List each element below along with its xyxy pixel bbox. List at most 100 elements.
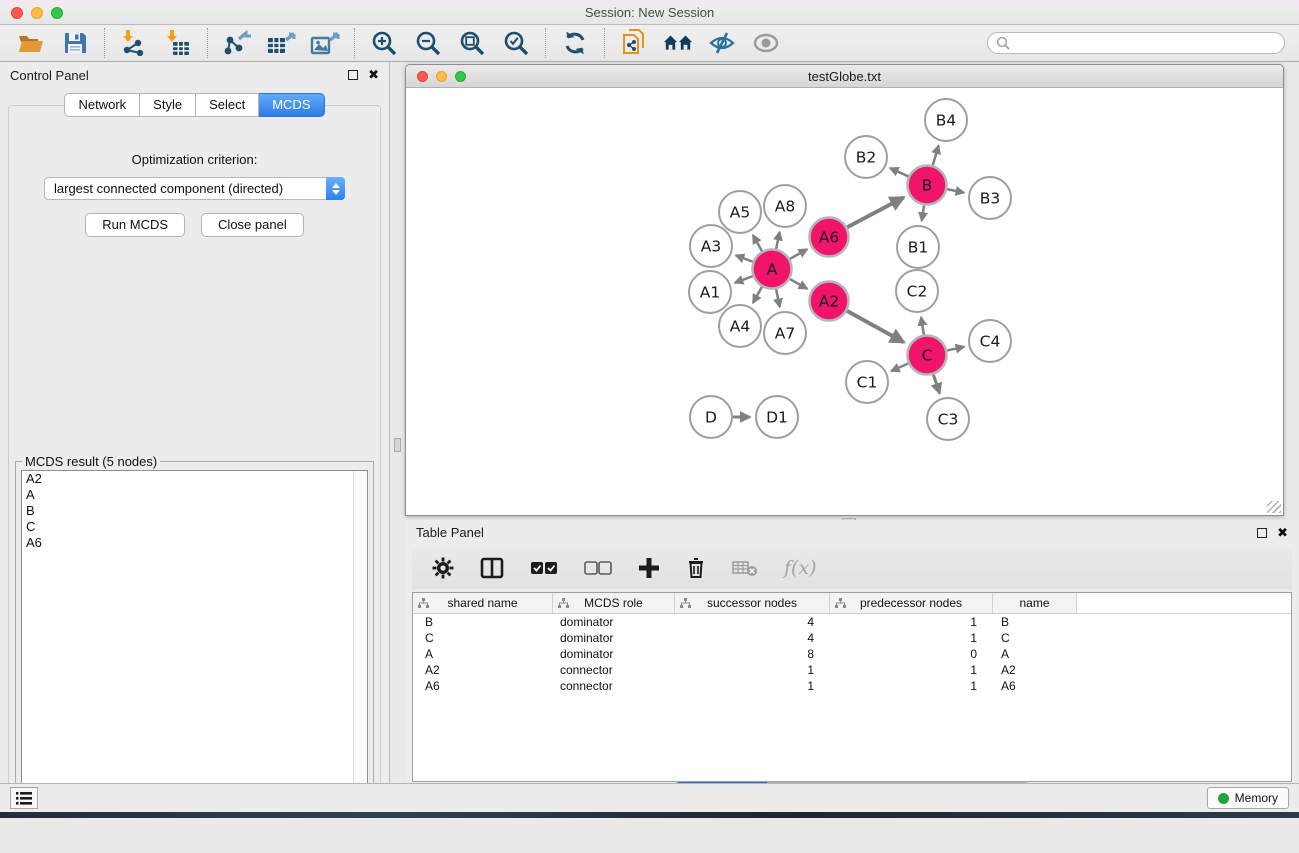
export-image-icon[interactable] (310, 29, 340, 57)
graph-node-A[interactable]: A (753, 250, 792, 289)
graph-edge-A-A5[interactable] (753, 235, 762, 251)
memory-button[interactable]: Memory (1207, 787, 1289, 809)
search-input[interactable] (1010, 36, 1276, 50)
mcds-result-item[interactable]: A6 (22, 535, 367, 551)
graph-edge-A-A6[interactable] (790, 249, 807, 259)
graph-node-C2[interactable]: C2 (896, 270, 938, 312)
graph-edge-B-B1[interactable] (922, 205, 924, 220)
open-folder-icon[interactable] (16, 29, 46, 57)
column-header-name[interactable]: name (993, 593, 1077, 613)
export-network-icon[interactable] (222, 29, 252, 57)
graph-node-D[interactable]: D (690, 396, 732, 438)
mcds-result-item[interactable]: A2 (22, 471, 367, 487)
graph-node-A7[interactable]: A7 (764, 312, 806, 354)
copy-network-icon[interactable] (619, 29, 649, 57)
tab-style[interactable]: Style (140, 93, 196, 117)
gear-icon[interactable] (432, 557, 454, 579)
close-panel-icon[interactable]: ✖ (368, 70, 379, 80)
graph-edge-B-B3[interactable] (947, 189, 964, 193)
float-panel-icon[interactable] (348, 70, 358, 80)
graph-node-B1[interactable]: B1 (897, 226, 939, 268)
import-table-icon[interactable] (163, 29, 193, 57)
graph-edge-A2-C[interactable] (847, 311, 904, 342)
tab-select[interactable]: Select (196, 93, 259, 117)
graph-node-B4[interactable]: B4 (925, 99, 967, 141)
delete-table-icon[interactable] (732, 559, 758, 577)
graph-edge-B-B2[interactable] (890, 168, 908, 176)
import-network-icon[interactable] (119, 29, 149, 57)
resize-grip-icon[interactable] (1267, 501, 1281, 513)
select-all-icon[interactable] (530, 561, 558, 575)
graph-edge-C-C3[interactable] (933, 374, 939, 393)
table-row[interactable]: Adominator80A (413, 646, 1291, 662)
graph-edge-A-A1[interactable] (735, 276, 753, 283)
zoom-window-icon[interactable] (51, 7, 63, 19)
table-row[interactable]: A2connector11A2 (413, 662, 1291, 678)
table-row[interactable]: Cdominator41C (413, 630, 1291, 646)
column-header-successor-nodes[interactable]: successor nodes (675, 593, 830, 613)
graph-edge-A6-B[interactable] (847, 197, 903, 227)
table-row[interactable]: A6connector11A6 (413, 678, 1291, 694)
deselect-all-icon[interactable] (584, 561, 612, 575)
graph-node-B[interactable]: B (908, 166, 947, 205)
graph-edge-A-A4[interactable] (753, 287, 762, 303)
graph-edge-A-A7[interactable] (776, 289, 780, 307)
tab-network[interactable]: Network (64, 93, 140, 117)
graph-node-A8[interactable]: A8 (764, 185, 806, 227)
network-window-titlebar[interactable]: testGlobe.txt (406, 65, 1283, 88)
graph-node-A4[interactable]: A4 (719, 305, 761, 347)
graph-node-C1[interactable]: C1 (846, 361, 888, 403)
mcds-result-item[interactable]: B (22, 503, 367, 519)
graph-node-C3[interactable]: C3 (927, 398, 969, 440)
hide-eye-icon[interactable] (707, 29, 737, 57)
graph-node-C[interactable]: C (908, 336, 947, 375)
graph-edge-C-C4[interactable] (947, 347, 964, 351)
minimize-view-icon[interactable] (436, 71, 447, 82)
close-view-icon[interactable] (417, 71, 428, 82)
zoom-selected-icon[interactable] (501, 29, 531, 57)
save-icon[interactable] (60, 29, 90, 57)
mcds-result-item[interactable]: C (22, 519, 367, 535)
refresh-icon[interactable] (560, 29, 590, 57)
function-icon[interactable]: f(x) (784, 557, 817, 579)
graph-edge-A-A8[interactable] (776, 232, 780, 249)
graph-node-A1[interactable]: A1 (689, 271, 731, 313)
add-column-icon[interactable] (638, 557, 660, 579)
close-panel-button[interactable]: Close panel (201, 213, 304, 237)
graph-edge-A-A3[interactable] (736, 255, 753, 261)
close-table-panel-icon[interactable]: ✖ (1277, 528, 1288, 538)
home-icon[interactable] (663, 29, 693, 57)
tab-mcds[interactable]: MCDS (259, 93, 324, 117)
eye-icon[interactable] (751, 29, 781, 57)
graph-edge-C-C1[interactable] (891, 363, 908, 371)
graph-node-A5[interactable]: A5 (719, 191, 761, 233)
graph-node-A2[interactable]: A2 (810, 282, 849, 321)
delete-icon[interactable] (686, 557, 706, 579)
graph-edge-A-A2[interactable] (790, 279, 807, 289)
mcds-result-list[interactable]: A2ABCA6 (21, 470, 368, 797)
column-header-predecessor-nodes[interactable]: predecessor nodes (830, 593, 993, 613)
search-field[interactable] (987, 32, 1285, 54)
run-mcds-button[interactable]: Run MCDS (85, 213, 185, 237)
zoom-view-icon[interactable] (455, 71, 466, 82)
graph-node-A3[interactable]: A3 (690, 225, 732, 267)
network-canvas[interactable]: B4B2BB3A5A8A6B1A3AA1C2A2A4A7C4CC1C3DD1 (406, 88, 1283, 515)
split-handle-vertical[interactable] (394, 438, 401, 452)
zoom-out-icon[interactable] (413, 29, 443, 57)
mcds-result-item[interactable]: A (22, 487, 367, 503)
zoom-fit-icon[interactable] (457, 29, 487, 57)
table-row[interactable]: Bdominator41B (413, 614, 1291, 630)
graph-node-B2[interactable]: B2 (845, 136, 887, 178)
graph-edge-B-B4[interactable] (933, 145, 939, 165)
split-table-icon[interactable] (480, 557, 504, 579)
float-table-panel-icon[interactable] (1257, 528, 1267, 538)
column-header-shared-name[interactable]: shared name (413, 593, 553, 613)
criterion-select[interactable]: largest connected component (directed) (44, 177, 345, 200)
zoom-in-icon[interactable] (369, 29, 399, 57)
export-table-icon[interactable] (266, 29, 296, 57)
graph-node-D1[interactable]: D1 (756, 396, 798, 438)
task-list-icon[interactable] (10, 787, 38, 809)
graph-node-A6[interactable]: A6 (810, 218, 849, 257)
graph-node-B3[interactable]: B3 (969, 177, 1011, 219)
graph-edge-C-C2[interactable] (921, 317, 924, 335)
